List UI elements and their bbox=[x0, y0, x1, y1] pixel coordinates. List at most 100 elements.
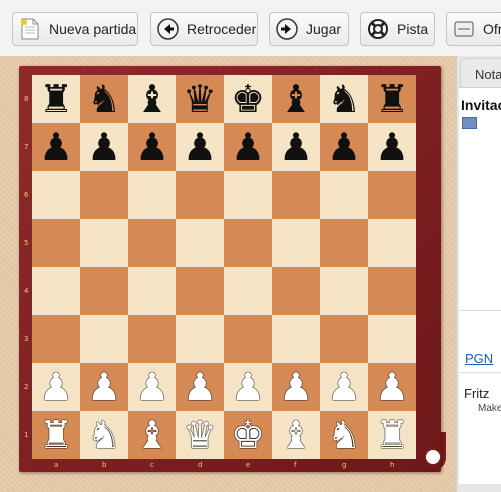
square-c5[interactable] bbox=[128, 219, 176, 267]
square-b5[interactable] bbox=[80, 219, 128, 267]
square-h7[interactable]: ♟ bbox=[368, 123, 416, 171]
square-h3[interactable] bbox=[368, 315, 416, 363]
square-f2[interactable]: ♟ bbox=[272, 363, 320, 411]
white-bishop-icon[interactable]: ♝ bbox=[279, 416, 313, 454]
square-b6[interactable] bbox=[80, 171, 128, 219]
square-f7[interactable]: ♟ bbox=[272, 123, 320, 171]
black-pawn-icon[interactable]: ♟ bbox=[87, 128, 121, 166]
square-d2[interactable]: ♟ bbox=[176, 363, 224, 411]
play-button[interactable]: Jugar bbox=[269, 12, 349, 46]
square-d4[interactable] bbox=[176, 267, 224, 315]
black-bishop-icon[interactable]: ♝ bbox=[279, 80, 313, 118]
square-h5[interactable] bbox=[368, 219, 416, 267]
square-d5[interactable] bbox=[176, 219, 224, 267]
square-e8[interactable]: ♚ bbox=[224, 75, 272, 123]
square-d1[interactable]: ♛ bbox=[176, 411, 224, 459]
square-d3[interactable] bbox=[176, 315, 224, 363]
square-c1[interactable]: ♝ bbox=[128, 411, 176, 459]
white-pawn-icon[interactable]: ♟ bbox=[231, 368, 265, 406]
white-pawn-icon[interactable]: ♟ bbox=[87, 368, 121, 406]
square-d6[interactable] bbox=[176, 171, 224, 219]
square-e3[interactable] bbox=[224, 315, 272, 363]
white-knight-icon[interactable]: ♞ bbox=[327, 416, 361, 454]
black-rook-icon[interactable]: ♜ bbox=[39, 80, 73, 118]
square-a2[interactable]: ♟ bbox=[32, 363, 80, 411]
square-b3[interactable] bbox=[80, 315, 128, 363]
black-king-icon[interactable]: ♚ bbox=[231, 80, 265, 118]
white-rook-icon[interactable]: ♜ bbox=[39, 416, 73, 454]
new-game-button[interactable]: Nueva partida bbox=[12, 12, 138, 46]
square-d7[interactable]: ♟ bbox=[176, 123, 224, 171]
square-h4[interactable] bbox=[368, 267, 416, 315]
square-b4[interactable] bbox=[80, 267, 128, 315]
hint-button[interactable]: Pista bbox=[360, 12, 435, 46]
square-b1[interactable]: ♞ bbox=[80, 411, 128, 459]
square-e1[interactable]: ♚ bbox=[224, 411, 272, 459]
square-e4[interactable] bbox=[224, 267, 272, 315]
square-h8[interactable]: ♜ bbox=[368, 75, 416, 123]
square-g8[interactable]: ♞ bbox=[320, 75, 368, 123]
square-a5[interactable] bbox=[32, 219, 80, 267]
square-g2[interactable]: ♟ bbox=[320, 363, 368, 411]
square-h2[interactable]: ♟ bbox=[368, 363, 416, 411]
square-c3[interactable] bbox=[128, 315, 176, 363]
black-pawn-icon[interactable]: ♟ bbox=[279, 128, 313, 166]
white-pawn-icon[interactable]: ♟ bbox=[39, 368, 73, 406]
square-e2[interactable]: ♟ bbox=[224, 363, 272, 411]
square-f4[interactable] bbox=[272, 267, 320, 315]
square-c4[interactable] bbox=[128, 267, 176, 315]
black-queen-icon[interactable]: ♛ bbox=[183, 80, 217, 118]
pgn-link[interactable]: PGN bbox=[465, 351, 493, 366]
white-pawn-icon[interactable]: ♟ bbox=[183, 368, 217, 406]
white-pawn-icon[interactable]: ♟ bbox=[327, 368, 361, 406]
black-bishop-icon[interactable]: ♝ bbox=[135, 80, 169, 118]
square-g4[interactable] bbox=[320, 267, 368, 315]
black-knight-icon[interactable]: ♞ bbox=[87, 80, 121, 118]
black-pawn-icon[interactable]: ♟ bbox=[183, 128, 217, 166]
white-queen-icon[interactable]: ♛ bbox=[183, 416, 217, 454]
square-b8[interactable]: ♞ bbox=[80, 75, 128, 123]
black-pawn-icon[interactable]: ♟ bbox=[39, 128, 73, 166]
square-f3[interactable] bbox=[272, 315, 320, 363]
square-c6[interactable] bbox=[128, 171, 176, 219]
square-g6[interactable] bbox=[320, 171, 368, 219]
black-pawn-icon[interactable]: ♟ bbox=[375, 128, 409, 166]
back-button[interactable]: Retroceder bbox=[150, 12, 258, 46]
white-pawn-icon[interactable]: ♟ bbox=[135, 368, 169, 406]
square-c8[interactable]: ♝ bbox=[128, 75, 176, 123]
square-e6[interactable] bbox=[224, 171, 272, 219]
square-f8[interactable]: ♝ bbox=[272, 75, 320, 123]
square-a1[interactable]: ♜ bbox=[32, 411, 80, 459]
white-knight-icon[interactable]: ♞ bbox=[87, 416, 121, 454]
square-e5[interactable] bbox=[224, 219, 272, 267]
square-a3[interactable] bbox=[32, 315, 80, 363]
black-knight-icon[interactable]: ♞ bbox=[327, 80, 361, 118]
chess-board[interactable]: ♜ ♞ ♝ ♛ ♚ ♝ ♞ ♜ ♟ ♟ ♟ ♟ ♟ ♟ ♟ ♟ ♟ ♟ ♟ ♟ ♟ ♟ ♟ ♟ ♜ ♞ ♝ ♛ ♚ ♝ ♞ ♜ bbox=[32, 75, 416, 459]
square-g1[interactable]: ♞ bbox=[320, 411, 368, 459]
square-h6[interactable] bbox=[368, 171, 416, 219]
square-c2[interactable]: ♟ bbox=[128, 363, 176, 411]
square-a6[interactable] bbox=[32, 171, 80, 219]
white-pawn-icon[interactable]: ♟ bbox=[375, 368, 409, 406]
offer-button[interactable]: Ofre bbox=[446, 12, 501, 46]
white-bishop-icon[interactable]: ♝ bbox=[135, 416, 169, 454]
black-pawn-icon[interactable]: ♟ bbox=[327, 128, 361, 166]
square-b2[interactable]: ♟ bbox=[80, 363, 128, 411]
black-pawn-icon[interactable]: ♟ bbox=[231, 128, 265, 166]
square-a4[interactable] bbox=[32, 267, 80, 315]
square-g5[interactable] bbox=[320, 219, 368, 267]
white-rook-icon[interactable]: ♜ bbox=[375, 416, 409, 454]
square-f5[interactable] bbox=[272, 219, 320, 267]
square-a8[interactable]: ♜ bbox=[32, 75, 80, 123]
square-f6[interactable] bbox=[272, 171, 320, 219]
square-h1[interactable]: ♜ bbox=[368, 411, 416, 459]
square-d8[interactable]: ♛ bbox=[176, 75, 224, 123]
square-a7[interactable]: ♟ bbox=[32, 123, 80, 171]
square-c7[interactable]: ♟ bbox=[128, 123, 176, 171]
board-knob[interactable] bbox=[424, 448, 442, 466]
square-e7[interactable]: ♟ bbox=[224, 123, 272, 171]
white-pawn-icon[interactable]: ♟ bbox=[279, 368, 313, 406]
square-f1[interactable]: ♝ bbox=[272, 411, 320, 459]
black-rook-icon[interactable]: ♜ bbox=[375, 80, 409, 118]
black-pawn-icon[interactable]: ♟ bbox=[135, 128, 169, 166]
